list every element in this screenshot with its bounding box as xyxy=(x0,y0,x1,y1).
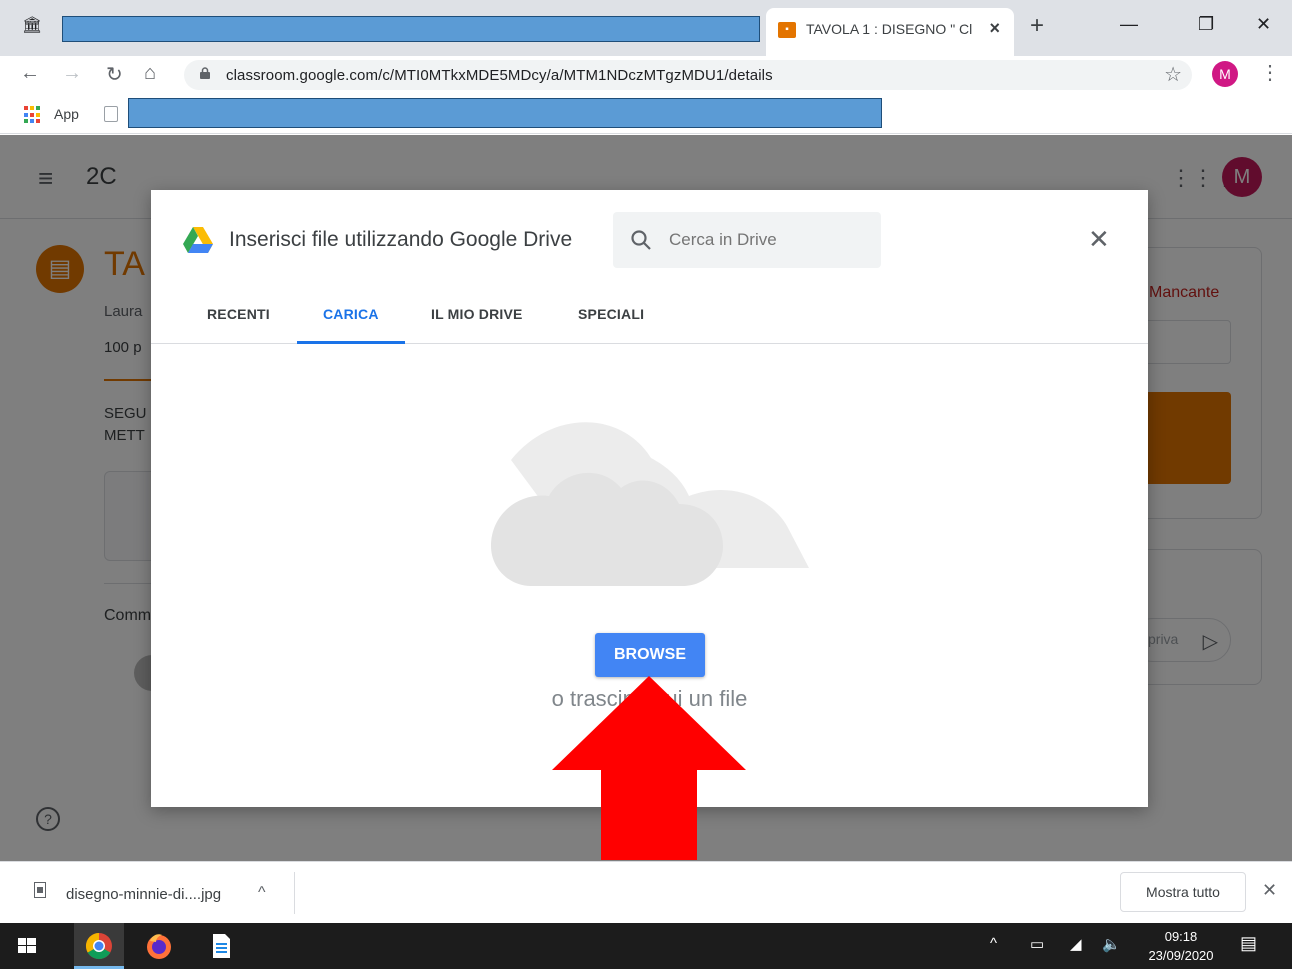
download-bar: disegno-minnie-di....jpg ^ Mostra tutto … xyxy=(0,861,1292,923)
wifi-icon[interactable]: ◢ xyxy=(1070,935,1082,953)
picker-tabs: RECENTI CARICA IL MIO DRIVE SPECIALI xyxy=(151,290,1148,344)
redacted-tab-region[interactable] xyxy=(62,16,760,42)
restore-icon[interactable]: ❐ xyxy=(1198,14,1214,35)
browser-menu-icon[interactable]: ⋮ xyxy=(1260,60,1280,85)
windows-taskbar: ^ ▭ ◢ 🔈 09:18 23/09/2020 ▤ xyxy=(0,923,1292,969)
tab-my-drive[interactable]: IL MIO DRIVE xyxy=(431,306,523,322)
browser-tab-strip: 🏛 ▪ TAVOLA 1 : DISEGNO " Cl × + — ❐ ✕ xyxy=(0,0,1292,56)
back-icon[interactable]: ← xyxy=(20,62,40,85)
clock-date: 23/09/2020 xyxy=(1148,948,1214,963)
notifications-icon[interactable]: ▤ xyxy=(1240,933,1257,954)
classroom-favicon-icon: ▪ xyxy=(778,22,796,38)
address-bar[interactable]: classroom.google.com/c/MTI0MTkxMDE5MDcy/… xyxy=(184,60,1192,90)
tab-recent[interactable]: RECENTI xyxy=(207,306,270,322)
battery-icon[interactable]: ▭ xyxy=(1030,935,1044,953)
browser-tab-active[interactable]: ▪ TAVOLA 1 : DISEGNO " Cl × xyxy=(766,8,1014,56)
download-separator xyxy=(294,872,295,914)
redacted-bookmark-region[interactable] xyxy=(128,98,882,128)
firefox-icon[interactable] xyxy=(144,931,174,961)
chevron-up-icon[interactable]: ^ xyxy=(258,884,266,902)
drive-search-input[interactable] xyxy=(669,230,869,250)
apps-bookmark[interactable]: App xyxy=(54,106,79,122)
tab-title: TAVOLA 1 : DISEGNO " Cl xyxy=(806,21,973,37)
home-icon[interactable]: ⌂ xyxy=(144,62,156,85)
search-icon xyxy=(631,230,651,250)
red-arrow-annotation xyxy=(552,676,746,860)
site-emblem-icon[interactable]: 🏛 xyxy=(22,16,42,36)
download-file-name[interactable]: disegno-minnie-di....jpg xyxy=(66,886,221,903)
browse-button[interactable]: BROWSE xyxy=(595,633,705,677)
windows-start-icon[interactable] xyxy=(12,931,42,961)
dialog-close-icon[interactable]: ✕ xyxy=(1088,226,1110,252)
show-hidden-icons-icon[interactable]: ^ xyxy=(990,935,997,952)
tab-close-icon[interactable]: × xyxy=(989,18,1000,39)
tab-starred[interactable]: SPECIALI xyxy=(578,306,644,322)
bookmark-page-icon[interactable] xyxy=(104,106,118,122)
reload-icon[interactable]: ↻ xyxy=(106,62,123,87)
google-drive-icon xyxy=(183,227,213,253)
upload-cloud-icon xyxy=(491,422,809,586)
show-all-button[interactable]: Mostra tutto xyxy=(1120,872,1246,912)
browser-toolbar: ← → ↻ ⌂ classroom.google.com/c/MTI0MTkxM… xyxy=(0,56,1292,96)
lock-icon xyxy=(200,67,210,79)
tab-upload[interactable]: CARICA xyxy=(323,306,379,322)
chrome-icon[interactable] xyxy=(84,931,114,961)
minimize-icon[interactable]: — xyxy=(1120,14,1138,35)
profile-avatar[interactable]: M xyxy=(1212,61,1238,87)
image-file-icon xyxy=(34,882,46,898)
apps-grid-icon[interactable] xyxy=(24,106,42,124)
clock-time: 09:18 xyxy=(1164,929,1198,944)
document-app-icon[interactable] xyxy=(206,931,236,961)
drive-search-box[interactable] xyxy=(613,212,881,268)
download-bar-close-icon[interactable]: ✕ xyxy=(1262,880,1277,901)
system-clock[interactable]: 09:18 23/09/2020 xyxy=(1146,927,1216,965)
forward-icon[interactable]: → xyxy=(62,62,82,85)
bookmark-star-icon[interactable]: ☆ xyxy=(1164,62,1182,87)
new-tab-icon[interactable]: + xyxy=(1030,12,1044,40)
active-tab-indicator xyxy=(297,341,405,344)
volume-icon[interactable]: 🔈 xyxy=(1102,935,1121,953)
url-text: classroom.google.com/c/MTI0MTkxMDE5MDcy/… xyxy=(226,67,773,84)
dialog-title: Inserisci file utilizzando Google Drive xyxy=(229,228,573,251)
window-close-icon[interactable]: ✕ xyxy=(1256,14,1271,35)
